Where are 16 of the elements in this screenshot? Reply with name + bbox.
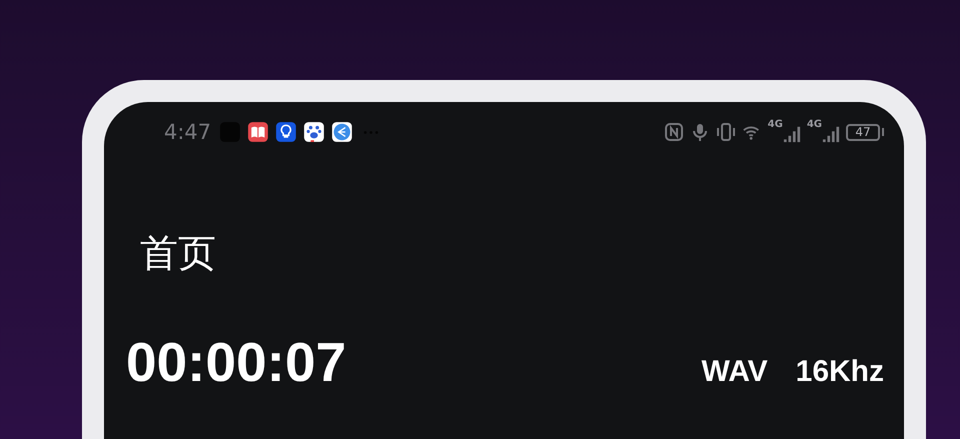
nfc-icon: [664, 122, 684, 142]
book-icon[interactable]: [247, 121, 270, 143]
vibrate-icon: [716, 122, 736, 142]
sample-rate: 16Khz: [796, 355, 884, 389]
paw-icon[interactable]: [303, 121, 326, 143]
signal-icon: [822, 125, 840, 143]
network-type: 4G: [768, 121, 783, 129]
lightbulb-icon[interactable]: [275, 121, 298, 143]
recording-duration: 00:00:07: [126, 330, 346, 394]
share-icon[interactable]: [331, 121, 354, 143]
network-type: 4G: [806, 121, 822, 129]
page-title: 首页: [140, 230, 216, 277]
battery-indicator: 47: [846, 124, 880, 140]
signal-icon: [782, 125, 801, 143]
audio-format: WAV: [702, 355, 768, 389]
status-time: 4:47: [164, 120, 212, 144]
